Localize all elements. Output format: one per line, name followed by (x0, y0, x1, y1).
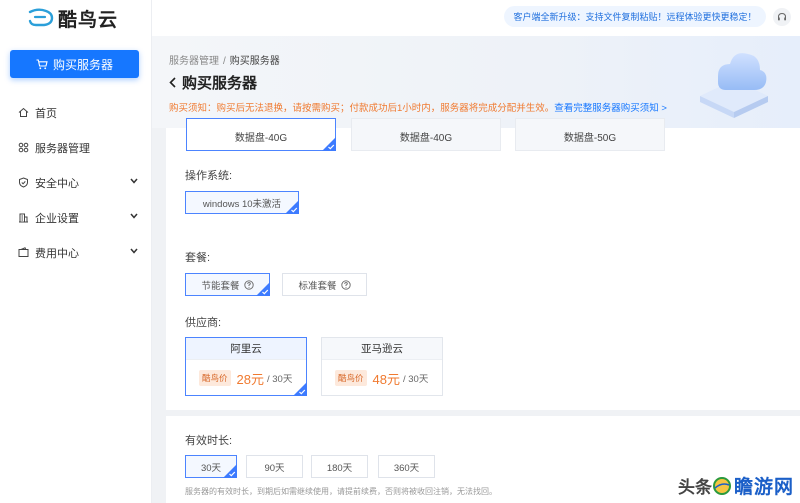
price-unit: / 30天 (402, 374, 429, 385)
breadcrumb-separator: / (223, 56, 226, 67)
provider-price: 48元 (372, 371, 400, 387)
help-circle-icon[interactable] (243, 279, 254, 290)
headset-icon[interactable] (773, 8, 791, 26)
bird-logo-icon (28, 8, 54, 27)
chevron-down-icon (130, 248, 138, 254)
server-grid-icon (17, 142, 29, 154)
disk-option[interactable]: 数据盘-40G (351, 118, 501, 151)
duration-option-90[interactable]: 90天 (246, 455, 303, 478)
sidebar-item-label: 首页 (35, 107, 57, 120)
provider-price: 28元 (236, 371, 264, 387)
sidebar-item-home[interactable]: 首页 (0, 95, 152, 130)
duration-option-label: 360天 (393, 462, 420, 474)
price-unit: / 30天 (266, 374, 293, 385)
sidebar-item-label: 服务器管理 (35, 142, 90, 155)
duration-option-label: 30天 (200, 462, 222, 474)
price-tag: 酷鸟价 (199, 370, 231, 386)
provider-label: 供应商: (185, 317, 222, 329)
selected-check-icon (293, 382, 307, 396)
watermark-globe-icon (712, 476, 731, 495)
os-label: 操作系统: (185, 170, 233, 182)
sidebar-item-security[interactable]: 安全中心 (0, 165, 152, 200)
package-option-energy[interactable]: 节能套餐 (185, 273, 270, 296)
disk-option[interactable]: 数据盘-40G (186, 118, 336, 151)
breadcrumb-item[interactable]: 服务器管理 (169, 56, 219, 67)
selected-check-icon (285, 200, 299, 214)
disk-option-label: 数据盘-40G (399, 133, 453, 144)
sidebar-item-label: 费用中心 (35, 247, 79, 260)
home-icon (17, 107, 29, 119)
building-icon (17, 212, 29, 224)
provider-option-aliyun[interactable]: 阿里云 酷鸟价 28元 / 30天 (185, 337, 307, 396)
price-tag: 酷鸟价 (335, 370, 367, 386)
chevron-down-icon (130, 213, 138, 219)
app-logo[interactable]: 酷鸟云 (28, 6, 119, 31)
chevron-down-icon (130, 178, 138, 184)
selected-check-icon (322, 137, 336, 151)
duration-option-360[interactable]: 360天 (378, 455, 435, 478)
sidebar-item-label: 安全中心 (35, 177, 79, 190)
provider-price-row: 酷鸟价 28元 / 30天 (186, 360, 306, 396)
top-bar: 客户端全新升级：支持文件复制粘贴！远程体验更快更稳定！ (152, 0, 800, 36)
package-label: 套餐: (185, 252, 211, 264)
page-header: 服务器管理 / 购买服务器 购买服务器 购买须知：购买后无法退换，请按需购买；付款成… (152, 36, 800, 128)
selected-check-icon (256, 282, 270, 296)
disk-option-label: 数据盘-40G (234, 133, 288, 144)
buy-server-button[interactable]: 购买服务器 (10, 50, 139, 78)
breadcrumb-current: 购买服务器 (229, 56, 280, 67)
duration-label: 有效时长: (185, 435, 233, 447)
client-update-notice[interactable]: 客户端全新升级：支持文件复制粘贴！远程体验更快更稳定！ (504, 6, 766, 27)
sidebar-item-billing[interactable]: 费用中心 (0, 235, 152, 270)
disk-option[interactable]: 数据盘-50G (515, 118, 665, 151)
sidebar-item-server-management[interactable]: 服务器管理 (0, 130, 152, 165)
selected-check-icon (223, 464, 237, 478)
purchase-notice-link[interactable]: 查看完整服务器购买须知 > (554, 103, 667, 114)
config-card: 数据盘-40G 数据盘-40G 数据盘-50G 操作系统: windows 10… (166, 118, 800, 410)
watermark-text: 头条 (677, 478, 712, 497)
page-title: 购买服务器 (169, 72, 257, 93)
os-option-label: windows 10未激活 (202, 198, 282, 210)
buy-server-label: 购买服务器 (52, 57, 113, 72)
duration-hint: 服务器的有效时长，到期后如需继续使用，请提前续费，否则将被收回注销，无法找回。 (185, 487, 497, 496)
shield-icon (17, 177, 29, 189)
cloud-server-illustration-icon (700, 53, 768, 118)
duration-option-label: 180天 (326, 462, 353, 474)
back-chevron-icon[interactable] (169, 75, 176, 91)
provider-name: 亚马逊云 (322, 338, 442, 360)
wallet-icon (17, 247, 29, 259)
duration-option-180[interactable]: 180天 (311, 455, 368, 478)
app-name: 酷鸟云 (58, 9, 119, 31)
purchase-notice-text: 购买须知：购买后无法退换，请按需购买；付款成功后1小时内，服务器将完成分配并生效… (169, 103, 555, 114)
sidebar: 酷鸟云 购买服务器 首页 服务器管理 安全中心 企业设置 费用中心 (0, 0, 152, 503)
provider-price-row: 酷鸟价 48元 / 30天 (322, 360, 442, 396)
sidebar-item-enterprise[interactable]: 企业设置 (0, 200, 152, 235)
package-option-label: 节能套餐 (201, 280, 240, 292)
duration-option-30[interactable]: 30天 (185, 455, 237, 478)
duration-option-label: 90天 (264, 462, 285, 474)
provider-name: 阿里云 (186, 338, 306, 360)
breadcrumb: 服务器管理 / 购买服务器 (169, 52, 280, 67)
help-circle-icon[interactable] (340, 279, 351, 290)
package-option-standard[interactable]: 标准套餐 (282, 273, 367, 296)
provider-option-aws[interactable]: 亚马逊云 酷鸟价 48元 / 30天 (321, 337, 443, 396)
watermark: 头条 瞻游网 (678, 472, 794, 499)
disk-option-label: 数据盘-50G (563, 133, 617, 144)
sidebar-item-label: 企业设置 (35, 212, 79, 225)
package-option-label: 标准套餐 (298, 280, 337, 292)
watermark-brand: 瞻游网 (733, 477, 794, 498)
purchase-notice: 购买须知：购买后无法退换，请按需购买；付款成功后1小时内，服务器将完成分配并生效… (169, 100, 667, 114)
cart-icon (36, 58, 48, 70)
os-option[interactable]: windows 10未激活 (185, 191, 299, 214)
sidebar-nav: 首页 服务器管理 安全中心 企业设置 费用中心 (0, 95, 152, 270)
page-title-text: 购买服务器 (182, 75, 258, 92)
